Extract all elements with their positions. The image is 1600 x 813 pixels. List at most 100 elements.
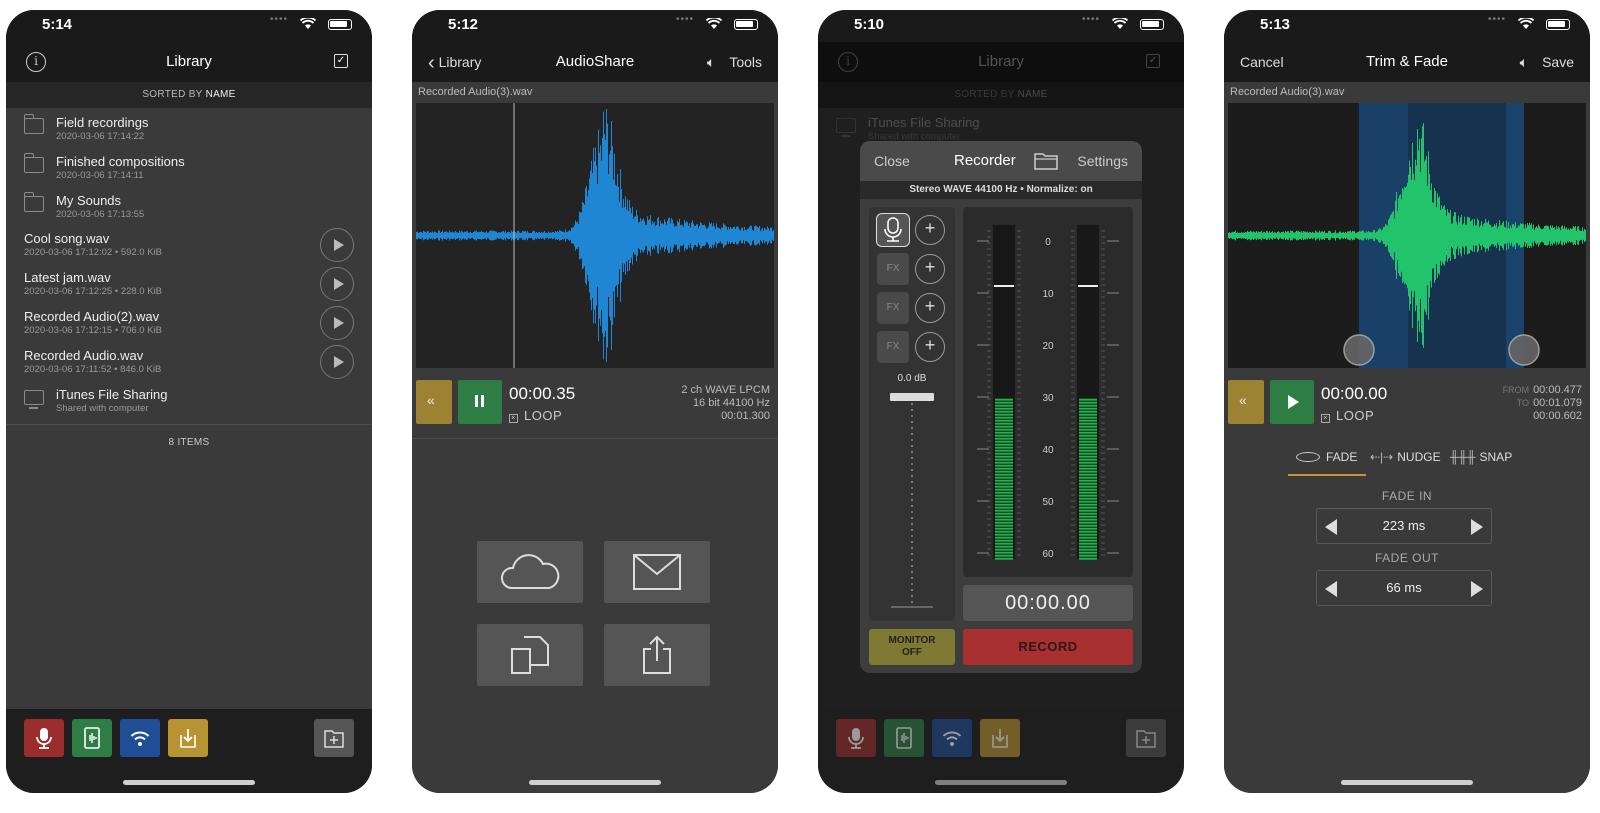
right-meter-bar-segment (1079, 476, 1097, 479)
fade-in-stepper[interactable]: 223 ms (1316, 508, 1492, 544)
left-meter-bar-segment (995, 410, 1013, 413)
loop-toggle[interactable]: × LOOP (509, 408, 562, 423)
battery-icon (1546, 19, 1570, 30)
waveform-view[interactable] (416, 103, 774, 368)
left-meter-bar-segment (995, 545, 1013, 548)
add-fx-button[interactable]: + (915, 254, 945, 284)
play-icon[interactable] (320, 228, 354, 263)
tools-button[interactable]: 🔈︎ Tools (707, 54, 762, 71)
record-button[interactable] (836, 719, 876, 757)
left-meter-bar-segment (995, 479, 1013, 482)
tab-snap[interactable]: ╫╫╫ SNAP (1450, 450, 1512, 464)
increase-arrow-icon[interactable] (1471, 519, 1483, 535)
list-item[interactable]: Cool song.wav 2020-03-06 17:12:02 • 592.0… (6, 226, 372, 265)
left-meter-bar-segment (995, 413, 1013, 416)
active-tab-indicator (1288, 474, 1366, 476)
right-meter-bar-segment (1079, 509, 1097, 512)
microphone-input-button[interactable] (876, 213, 910, 247)
bottom-toolbar (818, 709, 1184, 793)
left-meter-bar-segment (995, 455, 1013, 458)
list-item[interactable]: Latest jam.wav 2020-03-06 17:12:25 • 228.… (6, 265, 372, 304)
mail-icon (633, 554, 681, 590)
rewind-icon: « (1239, 392, 1247, 408)
item-name: Recorded Audio.wav (24, 347, 144, 363)
loop-toggle[interactable]: × LOOP (1321, 408, 1374, 423)
audio-file-button[interactable] (72, 719, 112, 757)
left-meter-bar-segment (995, 476, 1013, 479)
fade-in-label: FADE IN (1381, 489, 1433, 503)
play-icon[interactable] (320, 344, 354, 379)
left-meter-bar-segment (995, 551, 1013, 554)
import-button[interactable] (980, 719, 1020, 757)
right-meter-bar-segment (1079, 452, 1097, 455)
wifi-share-button[interactable] (932, 719, 972, 757)
left-meter-bar-segment (995, 434, 1013, 437)
email-share-button[interactable] (604, 541, 710, 603)
rewind-button[interactable]: « (1228, 380, 1264, 424)
fade-out-stepper[interactable]: 66 ms (1316, 570, 1492, 606)
transport-bar: « 00:00.00 × LOOP FROM 00:00.477 TO 00:01.0… (1228, 380, 1586, 428)
fx-slot-1[interactable]: FX (877, 253, 909, 285)
trim-waveform-view[interactable] (1228, 103, 1586, 368)
tab-nudge[interactable]: ⇠|⇢ NUDGE (1370, 450, 1441, 464)
microphone-icon (848, 728, 864, 749)
list-item[interactable]: Finished compositions 2020-03-06 17:14:11 (6, 149, 372, 188)
monitor-toggle-button[interactable]: MONITOR OFF (869, 629, 955, 665)
sort-bar[interactable]: SORTED BY NAME (6, 82, 372, 108)
add-fx-button[interactable]: + (915, 293, 945, 323)
new-folder-button[interactable] (1126, 719, 1166, 757)
wifi-share-button[interactable] (120, 719, 160, 757)
list-item[interactable]: Recorded Audio.wav 2020-03-06 17:11:52 • … (6, 343, 372, 382)
recording-time: 00:00.00 (963, 585, 1133, 621)
new-folder-icon (324, 730, 344, 748)
left-meter-bar-segment (995, 473, 1013, 476)
import-button[interactable] (168, 719, 208, 757)
list-item[interactable]: Field recordings 2020-03-06 17:14:22 (6, 110, 372, 149)
add-input-button[interactable]: + (915, 215, 945, 245)
list-item[interactable]: iTunes File Sharing Shared with computer (6, 382, 372, 421)
bottom-toolbar (6, 709, 372, 793)
new-folder-icon (1136, 730, 1156, 748)
close-button[interactable]: Close (874, 153, 910, 169)
trim-end-handle (1508, 334, 1540, 366)
new-folder-button[interactable] (314, 719, 354, 757)
right-meter-bar-segment (1079, 446, 1097, 449)
list-item[interactable]: Recorded Audio(2).wav 2020-03-06 17:12:15… (6, 304, 372, 343)
settings-button[interactable]: Settings (1077, 153, 1128, 169)
play-icon[interactable] (320, 267, 354, 302)
rewind-button[interactable]: « (416, 380, 452, 424)
audio-file-button[interactable] (884, 719, 924, 757)
add-fx-button[interactable]: + (915, 332, 945, 362)
tab-fade[interactable]: FADE (1296, 450, 1357, 464)
file-name: Recorded Audio(3).wav (418, 86, 533, 98)
play-icon[interactable] (320, 305, 354, 340)
list-item[interactable]: My Sounds 2020-03-06 17:13:55 (6, 188, 372, 227)
waveform (416, 103, 774, 368)
page-title: Library (166, 53, 212, 70)
speaker-icon[interactable]: 🔈︎ (1520, 54, 1528, 70)
left-meter-bar-track (993, 225, 1015, 559)
tab-label: FADE (1326, 450, 1358, 464)
left-meter-bar-segment (995, 431, 1013, 434)
save-button[interactable]: 🔈︎ Save (1520, 54, 1574, 71)
pause-button[interactable] (458, 380, 502, 424)
play-button[interactable] (1270, 380, 1314, 424)
play-icon (1288, 395, 1299, 409)
left-meter-bar-segment (995, 464, 1013, 467)
download-icon (180, 729, 196, 748)
record-button[interactable]: RECORD (963, 629, 1133, 665)
item-name: Latest jam.wav (24, 270, 111, 286)
fx-slot-3[interactable]: FX (877, 331, 909, 363)
record-button[interactable] (24, 719, 64, 757)
export-button[interactable] (604, 624, 710, 686)
folder-icon[interactable] (1034, 152, 1058, 170)
increase-arrow-icon[interactable] (1471, 581, 1483, 597)
left-meter-bar-segment (995, 398, 1013, 401)
battery-icon (734, 19, 758, 30)
cloud-share-button[interactable] (477, 541, 583, 603)
gain-slider[interactable] (887, 389, 937, 611)
select-checkbox-icon[interactable]: ✓ (334, 54, 348, 68)
copy-button[interactable] (477, 624, 583, 686)
meter-scale-label: 0 (1045, 237, 1051, 248)
fx-slot-2[interactable]: FX (877, 292, 909, 324)
